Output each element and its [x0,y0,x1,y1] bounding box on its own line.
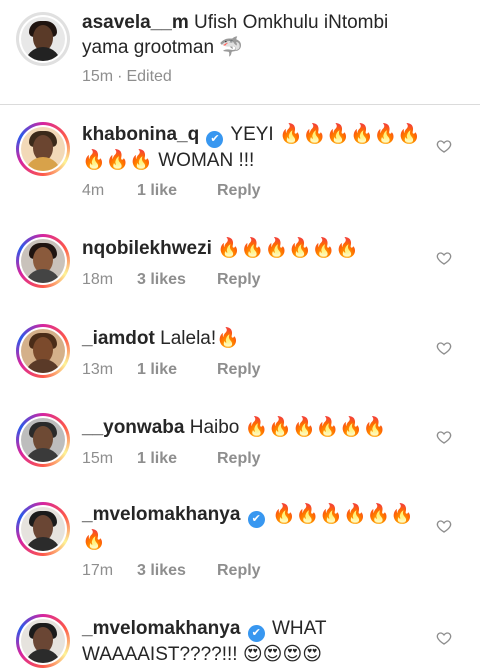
divider [0,104,480,105]
commenter-avatar[interactable] [16,122,70,176]
heart-outline-icon[interactable] [436,340,452,356]
comment-likes[interactable]: 3 likes [137,562,217,580]
comment-username[interactable]: __yonwaba [82,417,184,438]
comment-time: 17m [82,562,114,579]
comment-item: khabonina_q ✔ YEYI 🔥🔥🔥🔥🔥🔥🔥🔥🔥 WOMAN !!! 4… [0,118,480,208]
reply-button[interactable]: Reply [217,450,261,468]
comment-username[interactable]: khabonina_q [82,124,199,145]
verified-badge-icon: ✔ [247,511,265,528]
comment-text: __yonwaba Haibo 🔥🔥🔥🔥🔥🔥 [82,415,422,440]
comment-item: _mvelomakhanya ✔ 🔥🔥🔥🔥🔥🔥🔥 17m 3 likes Rep… [0,498,480,588]
reply-button[interactable]: Reply [217,271,261,289]
heart-outline-icon[interactable] [436,138,452,154]
heart-outline-icon[interactable] [436,518,452,534]
comment-text: _mvelomakhanya ✔ 🔥🔥🔥🔥🔥🔥🔥 [82,502,422,553]
comment-username[interactable]: _mvelomakhanya [82,504,240,525]
commenter-avatar[interactable] [16,413,70,467]
comment-text: _iamdot Lalela!🔥 [82,326,422,351]
comment-username[interactable]: _mvelomakhanya [82,618,240,639]
commenter-avatar[interactable] [16,502,70,556]
comment-likes[interactable]: 1 like [137,361,217,379]
comment-text: _mvelomakhanya ✔ WHAT WAAAAIST????!!! 😍😍… [82,616,422,667]
comment-likes[interactable]: 1 like [137,182,217,200]
heart-outline-icon[interactable] [436,250,452,266]
caption-username[interactable]: asavela__m [82,12,189,33]
heart-outline-icon[interactable] [436,630,452,646]
reply-button[interactable]: Reply [217,361,261,379]
comment-time: 15m [82,450,114,467]
comment-text: nqobilekhwezi 🔥🔥🔥🔥🔥🔥 [82,236,422,261]
post-caption: asavela__m Ufish Omkhulu iNtombi yama gr… [0,0,480,100]
heart-outline-icon[interactable] [436,429,452,445]
caption-time: 15m [82,68,114,85]
comment-username[interactable]: _iamdot [82,328,155,349]
comment-item: nqobilekhwezi 🔥🔥🔥🔥🔥🔥 18m 3 likes Reply [0,230,480,300]
comment-time: 18m [82,271,114,288]
caption-meta: 15m · Edited [82,68,172,85]
caption-text: asavela__m Ufish Omkhulu iNtombi yama gr… [82,10,422,60]
comment-time: 4m [82,182,105,199]
commenter-avatar[interactable] [16,234,70,288]
commenter-avatar[interactable] [16,324,70,378]
verified-badge-icon: ✔ [247,625,265,642]
comment-item: _mvelomakhanya ✔ WHAT WAAAAIST????!!! 😍😍… [0,610,480,668]
comment-body: 🔥🔥🔥🔥🔥🔥 [217,238,360,259]
reply-button[interactable]: Reply [217,182,261,200]
caption-edited: Edited [126,68,172,85]
comment-body: Lalela!🔥 [160,328,240,349]
comment-likes[interactable]: 1 like [137,450,217,468]
reply-button[interactable]: Reply [217,562,261,580]
comment-time: 13m [82,361,114,378]
comment-body: Haibo 🔥🔥🔥🔥🔥🔥 [189,417,387,438]
commenter-avatar[interactable] [16,614,70,668]
caption-avatar[interactable] [16,12,70,66]
comment-item: __yonwaba Haibo 🔥🔥🔥🔥🔥🔥 15m 1 like Reply [0,409,480,479]
comment-text: khabonina_q ✔ YEYI 🔥🔥🔥🔥🔥🔥🔥🔥🔥 WOMAN !!! [82,122,422,173]
comment-likes[interactable]: 3 likes [137,271,217,289]
comment-item: _iamdot Lalela!🔥 13m 1 like Reply [0,320,480,390]
verified-badge-icon: ✔ [206,131,224,148]
comment-username[interactable]: nqobilekhwezi [82,238,212,259]
